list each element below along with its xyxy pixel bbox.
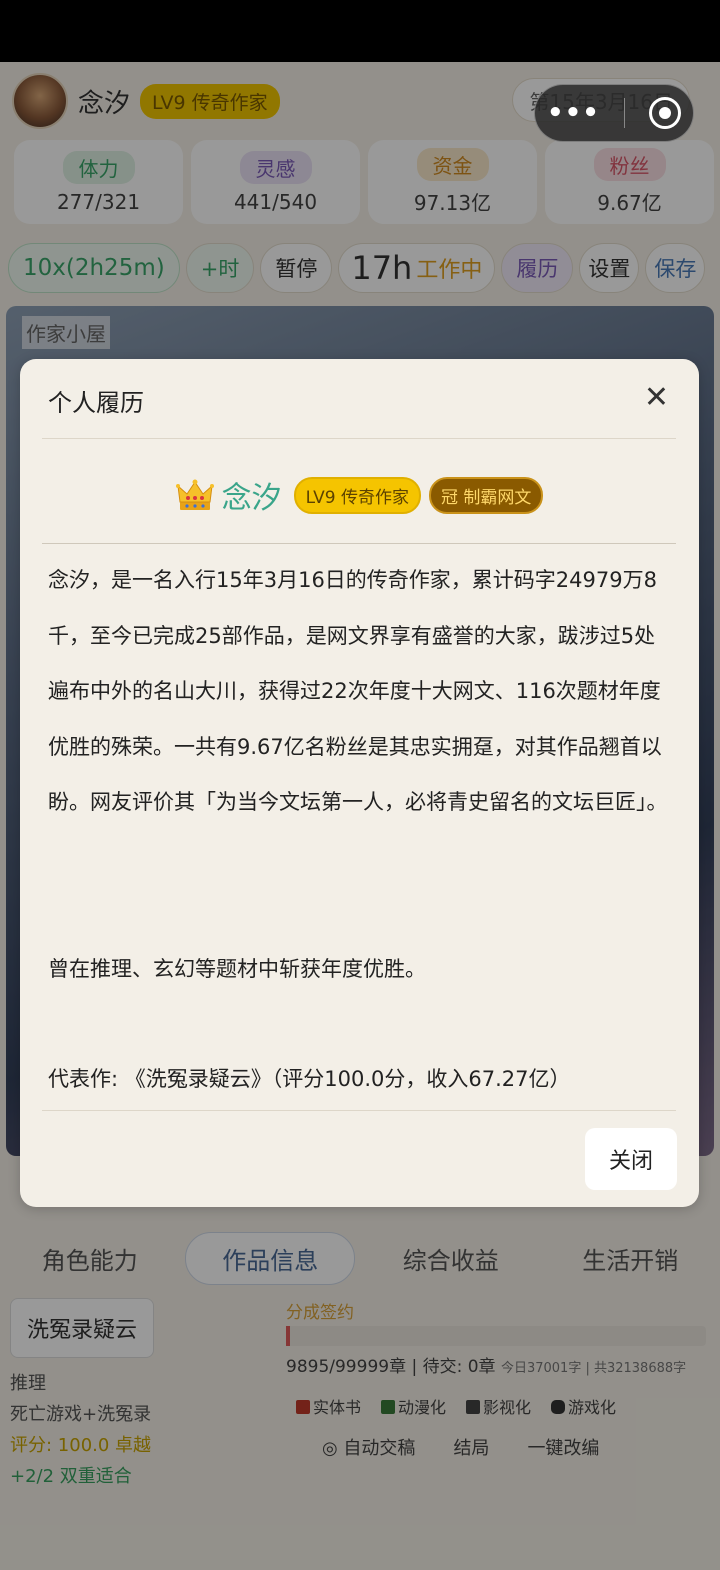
divider xyxy=(42,1110,676,1111)
divider xyxy=(42,543,676,544)
capsule-divider xyxy=(623,98,625,128)
close-button[interactable]: 关闭 xyxy=(585,1128,677,1190)
resume-modal: 个人履历 ✕ 念汐 LV9 传奇作家 冠 制霸网文 念汐，是一名入行15年3月1… xyxy=(20,359,699,1207)
author-name: 念汐 xyxy=(221,481,282,516)
close-icon[interactable]: ✕ xyxy=(644,383,669,413)
achievement-text: 曾在推理、玄幻等题材中斩获年度优胜。 xyxy=(48,957,426,981)
mini-program-capsule: ••• xyxy=(534,84,694,142)
status-bar xyxy=(0,0,720,62)
more-icon[interactable]: ••• xyxy=(547,98,600,128)
divider xyxy=(42,438,676,439)
bio-text: 念汐，是一名入行15年3月16日的传奇作家，累计码字24979万8千，至今已完成… xyxy=(48,568,668,814)
modal-title: 个人履历 xyxy=(48,389,144,417)
masterpiece-text: 代表作: 《洗冤录疑云》（评分100.0分，收入67.27亿） xyxy=(48,1067,571,1091)
level-badge: LV9 传奇作家 xyxy=(293,476,422,514)
name-row: 念汐 LV9 传奇作家 冠 制霸网文 xyxy=(20,473,699,517)
close-miniprogram-icon[interactable] xyxy=(648,97,681,129)
champion-badge: 冠 制霸网文 xyxy=(429,476,544,514)
crown-icon xyxy=(175,479,214,510)
